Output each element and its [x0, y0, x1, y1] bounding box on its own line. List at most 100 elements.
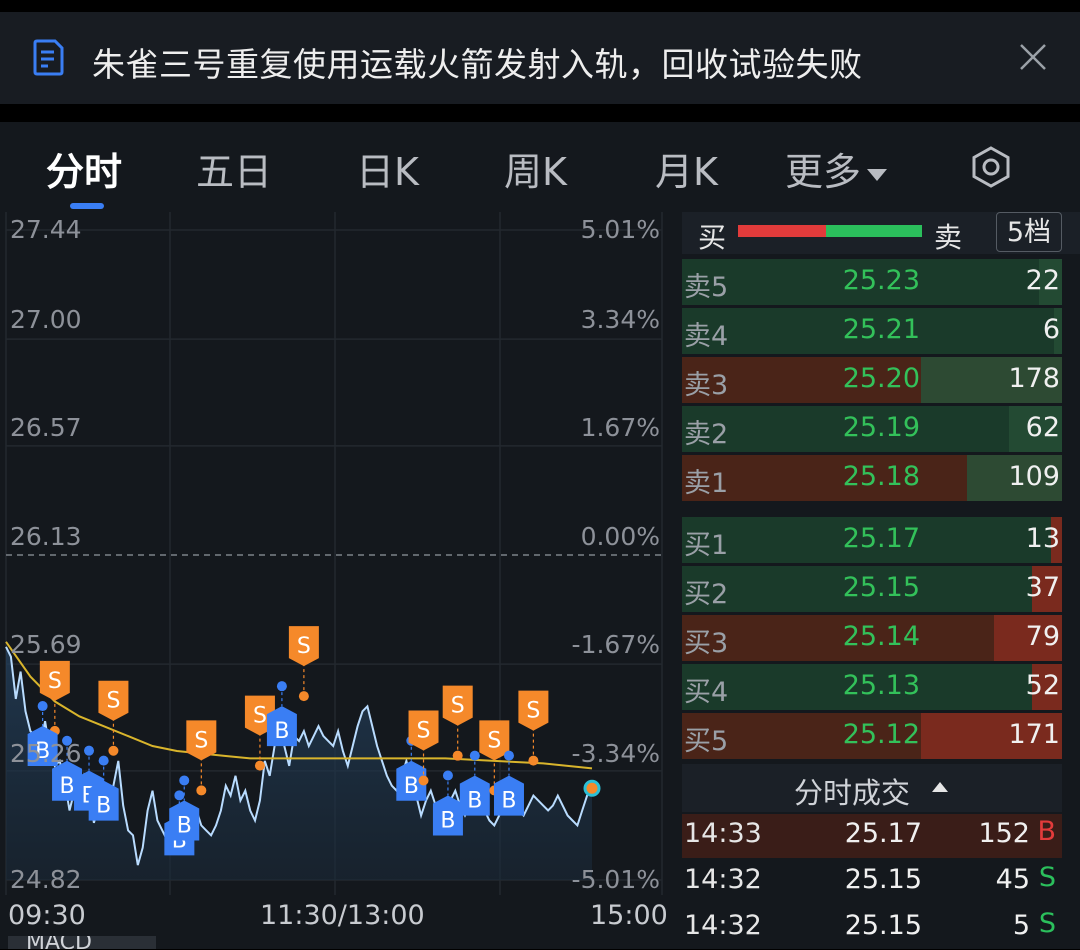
macd-tab[interactable]: MACD [8, 936, 156, 949]
marker-dot [469, 750, 480, 761]
bid-level-row[interactable]: 买3 25.14 79 [682, 615, 1062, 661]
sell-marker: S [518, 690, 549, 766]
macd-label: MACD [26, 936, 92, 949]
level-price: 25.12 [842, 719, 920, 750]
marker-label: S [194, 728, 208, 753]
level-label: 卖2 [684, 419, 729, 450]
marker-label: S [48, 669, 62, 694]
level-label: 卖4 [684, 321, 729, 352]
trade-volume: 5 [1012, 910, 1030, 941]
ask-level-row[interactable]: 卖5 25.23 22 [682, 259, 1062, 305]
level-price: 25.20 [842, 363, 920, 394]
marker-dot [84, 745, 95, 756]
y-pct-label: 0.00% [580, 522, 660, 551]
y-pct-label: 1.67% [580, 413, 660, 442]
tab-more[interactable]: 更多 [785, 141, 888, 196]
tab-intraday[interactable]: 分时 [46, 141, 122, 196]
marker-label: B [440, 808, 455, 833]
y-price-label: 25.69 [10, 630, 82, 659]
marker-label: B [501, 789, 516, 814]
close-icon[interactable] [1018, 42, 1048, 72]
ask-level-row[interactable]: 卖4 25.21 6 [682, 308, 1062, 354]
trade-price: 25.15 [844, 910, 922, 941]
level-label: 买1 [684, 530, 729, 561]
buy-ratio-label: 买 [698, 221, 727, 254]
bid-level-row[interactable]: 买2 25.15 37 [682, 566, 1062, 612]
marker-dot [37, 701, 48, 712]
level-label: 买2 [684, 579, 729, 610]
level-price: 25.13 [842, 670, 920, 701]
trade-volume: 152 [978, 818, 1030, 849]
news-headline[interactable]: 朱雀三号重复使用运载火箭发射入轨，回收试验失败 [92, 38, 863, 86]
trade-side: S [1038, 862, 1056, 893]
marker-dot [179, 775, 190, 786]
y-price-label: 27.44 [10, 215, 82, 244]
level-volume: 171 [1008, 719, 1060, 750]
y-pct-label: -5.01% [571, 865, 660, 894]
ask-level-row[interactable]: 卖2 25.19 62 [682, 406, 1062, 452]
trade-row: 14:32 25.15 45 S [682, 860, 1062, 904]
buy-ratio-bar [738, 225, 826, 237]
sell-marker: S [442, 685, 473, 761]
marker-label: S [297, 634, 311, 659]
buy-marker: B [169, 775, 200, 841]
trade-side: S [1038, 908, 1056, 939]
y-price-label: 25.26 [10, 739, 82, 768]
sell-marker: S [98, 680, 129, 756]
last-price-dot [583, 779, 601, 797]
level-price: 25.23 [842, 265, 920, 296]
trades-title[interactable]: 分时成交 [794, 770, 910, 812]
marker-dot [528, 755, 539, 766]
intraday-chart[interactable]: SBBBBSBBSSBSBSBSBSBS [0, 205, 670, 905]
bid-level-row[interactable]: 买4 25.13 52 [682, 664, 1062, 710]
tab-daily-k[interactable]: 日K [356, 141, 419, 196]
depth-level-button[interactable]: 5档 [996, 212, 1062, 252]
level-volume: 109 [1008, 461, 1060, 492]
marker-label: S [487, 728, 501, 753]
marker-dot [503, 750, 514, 761]
marker-label: S [526, 699, 540, 724]
caret-down-icon [867, 168, 888, 181]
level-price: 25.17 [842, 523, 920, 554]
sell-ratio-label: 卖 [934, 221, 963, 254]
marker-dot [98, 755, 109, 766]
marker-dot [108, 745, 119, 756]
sell-ratio-bar [826, 225, 922, 237]
x-label-open: 09:30 [8, 900, 86, 931]
tab-weekly-k[interactable]: 周K [504, 141, 567, 196]
bid-level-row[interactable]: 买5 25.12 171 [682, 713, 1062, 759]
ask-level-row[interactable]: 卖1 25.18 109 [682, 455, 1062, 501]
marker-dot [452, 750, 463, 761]
tab-monthly-k[interactable]: 月K [655, 141, 718, 196]
level-label: 买4 [684, 677, 729, 708]
news-banner[interactable]: 朱雀三号重复使用运载火箭发射入轨，回收试验失败 [0, 12, 1080, 104]
y-pct-label: -3.34% [571, 739, 660, 768]
trade-price: 25.15 [844, 864, 922, 895]
marker-label: B [59, 774, 74, 799]
marker-dot [254, 760, 265, 771]
tab-five-day[interactable]: 五日 [196, 141, 272, 196]
marker-label: B [467, 789, 482, 814]
bid-level-row[interactable]: 买1 25.17 13 [682, 517, 1062, 563]
level-volume: 37 [1025, 572, 1060, 603]
caret-up-icon[interactable] [932, 782, 948, 792]
level-price: 25.21 [842, 314, 920, 345]
sell-marker: S [186, 720, 217, 796]
buy-marker: B [266, 681, 297, 747]
ask-level-row[interactable]: 卖3 25.20 178 [682, 357, 1062, 403]
trade-time: 14:33 [684, 818, 762, 849]
trade-volume: 45 [995, 864, 1030, 895]
marker-dot [442, 770, 453, 781]
trade-row: 14:33 25.17 152 B [682, 814, 1062, 858]
trade-row: 14:32 25.15 5 S [682, 906, 1062, 950]
marker-label: S [451, 694, 465, 719]
marker-label: S [106, 689, 120, 714]
tab-more-label: 更多 [785, 150, 862, 194]
marker-dot [298, 691, 309, 702]
level-volume: 178 [1008, 363, 1060, 394]
level-label: 买5 [684, 726, 729, 757]
y-price-label: 26.57 [10, 413, 82, 442]
marker-label: B [274, 719, 289, 744]
settings-icon[interactable] [970, 146, 1012, 188]
y-price-label: 27.00 [10, 305, 82, 334]
